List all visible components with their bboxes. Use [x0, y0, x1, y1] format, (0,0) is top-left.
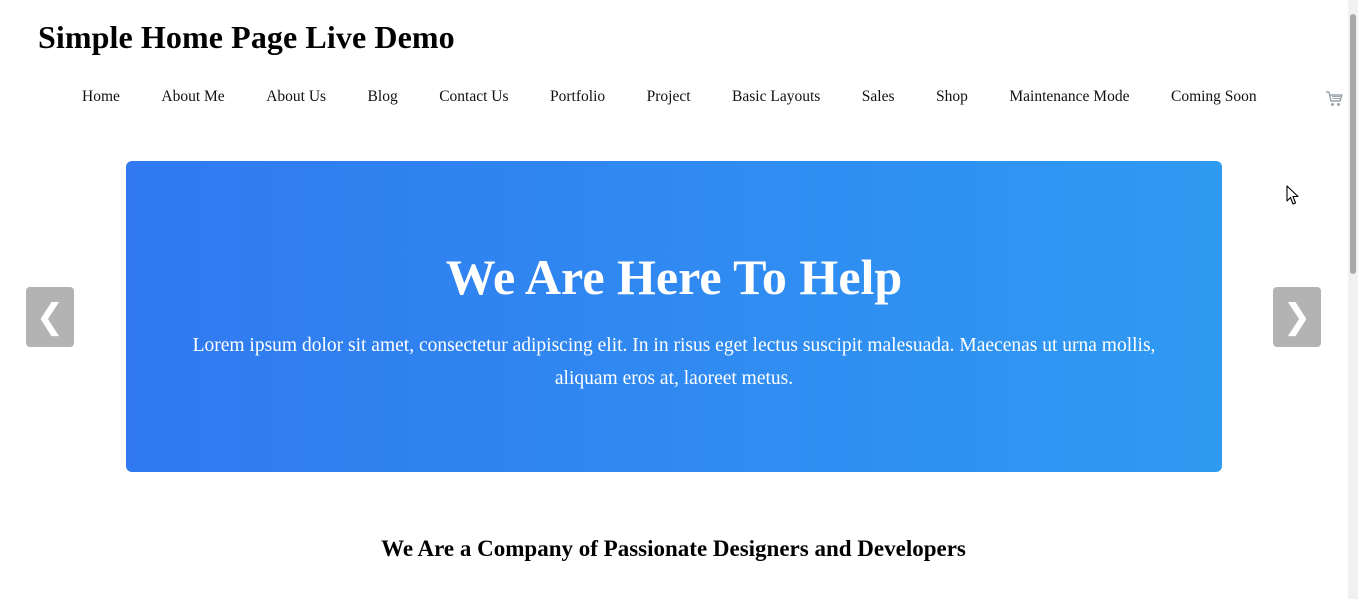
hero-heading: We Are Here To Help — [445, 249, 903, 305]
mouse-cursor-icon — [1286, 185, 1299, 205]
site-title[interactable]: Simple Home Page Live Demo — [38, 19, 455, 56]
nav-item-home[interactable]: Home — [82, 88, 120, 106]
main-nav: Home About Me About Us Blog Contact Us P… — [62, 86, 1298, 108]
hero-text: Lorem ipsum dolor sit amet, consectetur … — [192, 335, 1156, 389]
nav-item-contact-us[interactable]: Contact Us — [439, 88, 508, 106]
nav-item-sales[interactable]: Sales — [862, 88, 895, 106]
nav-item-maintenance-mode[interactable]: Maintenance Mode — [1009, 88, 1129, 106]
nav-item-portfolio[interactable]: Portfolio — [550, 88, 605, 106]
nav-item-basic-layouts[interactable]: Basic Layouts — [732, 88, 820, 106]
slider-next-button[interactable]: ❯ — [1273, 287, 1321, 347]
hero-slide: We Are Here To Help Lorem ipsum dolor si… — [126, 161, 1222, 472]
vertical-scrollbar[interactable] — [1348, 0, 1358, 599]
page: Simple Home Page Live Demo Home About Me… — [0, 0, 1358, 599]
nav-item-coming-soon[interactable]: Coming Soon — [1171, 88, 1257, 106]
nav-item-blog[interactable]: Blog — [368, 88, 398, 106]
nav-item-shop[interactable]: Shop — [936, 88, 968, 106]
shopping-cart-icon[interactable] — [1325, 90, 1343, 108]
slider-prev-button[interactable]: ❮ — [26, 287, 74, 347]
scrollbar-thumb[interactable] — [1350, 14, 1356, 274]
chevron-right-icon: ❯ — [1282, 297, 1312, 337]
nav-item-about-me[interactable]: About Me — [161, 88, 224, 106]
nav-item-project[interactable]: Project — [647, 88, 691, 106]
chevron-left-icon: ❮ — [35, 297, 65, 337]
nav-item-about-us[interactable]: About Us — [266, 88, 326, 106]
section-heading: We Are a Company of Passionate Designers… — [381, 536, 966, 561]
